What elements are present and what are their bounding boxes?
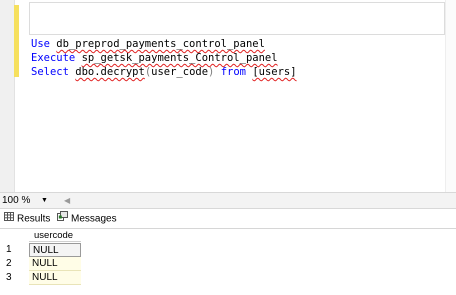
results-grid[interactable]: usercode 1 NULL 2 NULL 3 NULL — [0, 229, 456, 295]
grid-cell[interactable]: NULL — [29, 243, 81, 257]
database-name: db_preprod_payments_control_panel — [56, 38, 265, 50]
keyword-from: from — [220, 66, 246, 78]
table-name: [users] — [252, 66, 297, 78]
scroll-left-icon[interactable]: ◀ — [64, 195, 70, 207]
zoom-value: 100 % — [2, 195, 31, 206]
keyword-select: Select — [31, 66, 69, 78]
tab-results[interactable]: Results — [4, 210, 50, 228]
tab-results-label: Results — [17, 213, 51, 225]
row-number[interactable]: 2 — [6, 257, 26, 271]
keyword-use: Use — [31, 38, 50, 50]
editor-status-bar: 100 % ▼ ◀ — [0, 192, 456, 209]
messages-icon — [57, 210, 68, 228]
row-number[interactable]: 1 — [6, 243, 26, 257]
chevron-down-icon: ▼ — [41, 197, 48, 204]
keyword-execute: Execute — [31, 52, 76, 64]
results-tab-bar: Results Messages — [0, 209, 456, 229]
function-argument: user_code — [151, 66, 209, 78]
tab-messages[interactable]: Messages — [57, 210, 117, 228]
editor-gutter — [0, 0, 15, 192]
current-line-highlight — [29, 2, 445, 35]
code-line-2[interactable]: Execute sp_getsk_payments_Control_panel — [31, 51, 278, 65]
query-editor[interactable]: Use db_preprod_payments_control_panel Ex… — [0, 0, 456, 192]
editor-vertical-scrollbar[interactable] — [445, 0, 456, 192]
function-name: dbo.decrypt — [75, 66, 145, 78]
column-header-usercode[interactable]: usercode — [29, 229, 81, 242]
tab-messages-label: Messages — [71, 213, 117, 225]
grid-cell[interactable]: NULL — [29, 271, 81, 285]
grid-cell[interactable]: NULL — [29, 257, 81, 271]
procedure-name: sp_getsk_payments_Control_panel — [81, 52, 278, 64]
code-line-3[interactable]: Select dbo.decrypt(user_code) from [user… — [31, 65, 297, 79]
code-line-1[interactable]: Use db_preprod_payments_control_panel — [31, 37, 265, 51]
change-indicator-bar — [14, 5, 19, 77]
grid-icon — [4, 210, 14, 228]
row-number[interactable]: 3 — [6, 271, 26, 285]
zoom-dropdown[interactable]: 100 % ▼ — [2, 194, 52, 208]
paren-close: ) — [208, 66, 215, 78]
